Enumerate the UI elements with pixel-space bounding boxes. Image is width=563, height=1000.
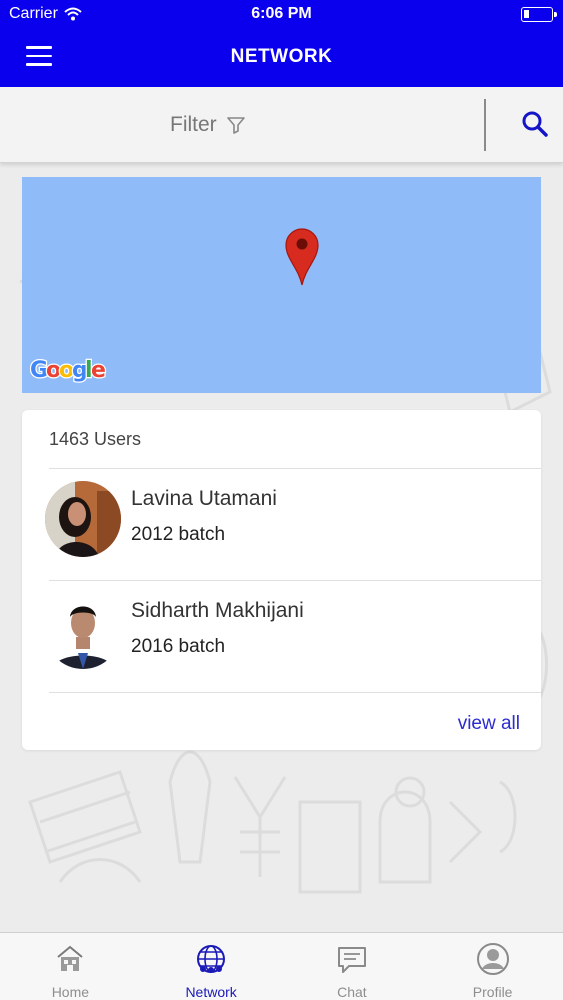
page-title: NETWORK	[230, 46, 333, 67]
map-view[interactable]: G o o g l e	[22, 177, 541, 393]
filter-button[interactable]: Filter	[170, 109, 245, 141]
users-count: 1463 Users	[49, 429, 142, 449]
view-all-link[interactable]: view all	[458, 713, 520, 735]
avatar-photo	[45, 593, 121, 669]
user-row-sidharth-makhijani[interactable]: Sidharth Makhijani 2016 batch	[22, 580, 541, 690]
tab-chat[interactable]: Chat	[282, 933, 423, 1000]
tab-bar: Home Network Chat Profile	[0, 932, 563, 1000]
tab-label: Network	[185, 984, 237, 1000]
user-row-lavina-utamani[interactable]: Lavina Utamani 2012 batch	[22, 468, 541, 578]
user-name: Sidharth Makhijani	[131, 599, 304, 622]
profile-icon	[476, 943, 509, 975]
globe-icon	[197, 945, 226, 973]
home-icon	[57, 945, 84, 971]
status-bar: Carrier 6:06 PM	[0, 0, 563, 30]
list-divider	[49, 692, 541, 693]
user-batch: 2016 batch	[131, 636, 226, 657]
status-time: 6:06 PM	[251, 5, 312, 22]
funnel-icon	[226, 117, 245, 134]
user-batch: 2012 batch	[131, 524, 226, 545]
user-name: Lavina Utamani	[131, 487, 277, 510]
app-header: Carrier 6:06 PM NETWORK	[0, 0, 563, 87]
tab-label: Chat	[337, 984, 367, 1000]
tab-label: Home	[51, 984, 90, 1000]
magnifier-icon[interactable]	[520, 109, 550, 139]
map-attribution: G o o g l e	[29, 355, 110, 391]
avatar	[45, 593, 121, 669]
filter-divider	[484, 99, 486, 151]
avatar-photo	[45, 481, 121, 557]
tab-home[interactable]: Home	[0, 933, 141, 1000]
tab-profile[interactable]: Profile	[422, 933, 563, 1000]
nav-bar: NETWORK	[0, 30, 563, 87]
filter-bar: Filter	[0, 87, 563, 163]
battery-icon	[521, 7, 557, 22]
users-card: 1463 Users Lavina Utamani 2012 batch Sid…	[22, 410, 541, 750]
avatar	[45, 481, 121, 557]
battery-level	[524, 10, 529, 18]
google-logo: G o o g l e	[29, 357, 107, 385]
svg-text:e: e	[91, 358, 105, 383]
map-pin-icon[interactable]	[284, 227, 320, 287]
svg-text:G: G	[30, 358, 48, 383]
filter-label: Filter	[170, 113, 217, 136]
tab-network[interactable]: Network	[141, 933, 282, 1000]
chat-bubble-icon	[337, 947, 366, 973]
tab-label: Profile	[472, 984, 513, 1000]
